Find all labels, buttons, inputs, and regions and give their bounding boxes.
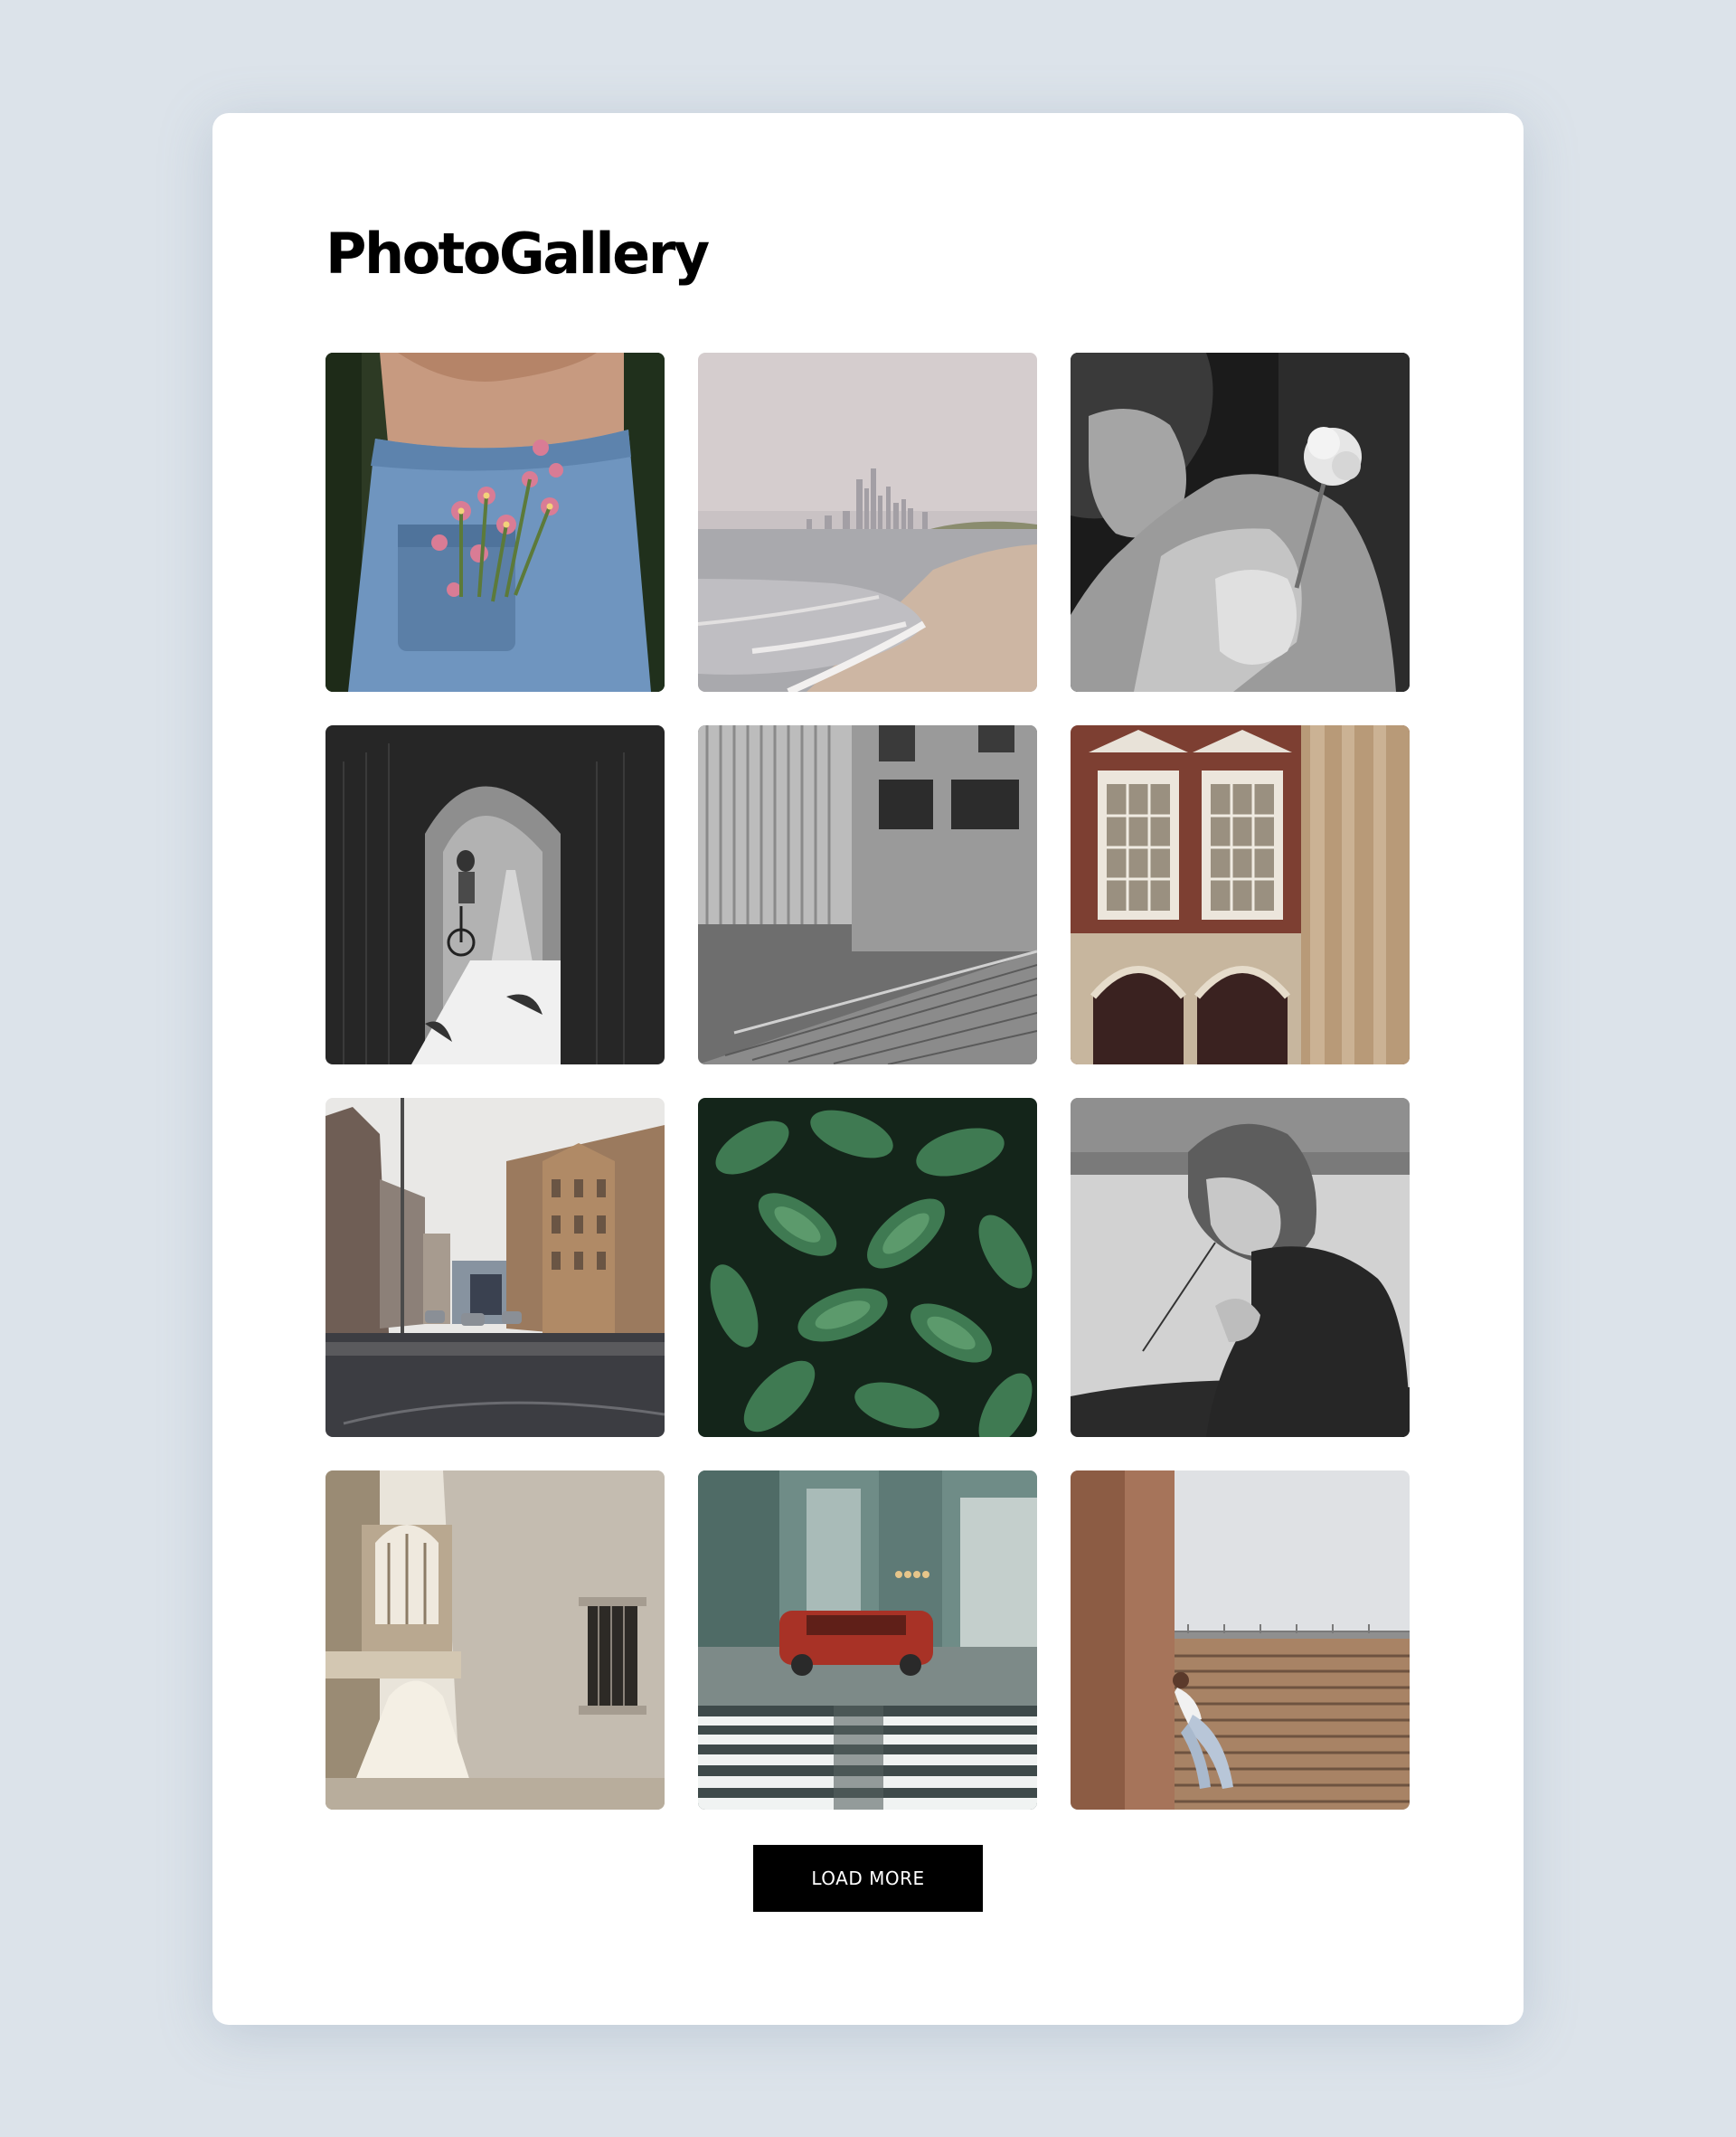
photo-woman-steps (1071, 1470, 1410, 1810)
photo-cyclist-archway (326, 725, 665, 1064)
photo-city-street (326, 1098, 665, 1437)
gallery-photo[interactable] (1071, 353, 1410, 692)
photo-flowers-jeans (326, 353, 665, 692)
gallery-card: PhotoGallery Search LOAD MORE (212, 113, 1524, 2025)
gallery-photo[interactable] (1071, 1098, 1410, 1437)
gallery-photo[interactable] (698, 353, 1037, 692)
gallery-photo[interactable] (326, 725, 665, 1064)
gallery-photo[interactable] (326, 1470, 665, 1810)
site-logo[interactable]: PhotoGallery (326, 226, 710, 282)
photo-green-leaves (698, 1098, 1037, 1437)
gallery-photo[interactable] (326, 1098, 665, 1437)
gallery-photo[interactable] (326, 353, 665, 692)
photo-beach-skyline (698, 353, 1037, 692)
photo-grid (326, 353, 1410, 1810)
gallery-photo[interactable] (698, 725, 1037, 1064)
photo-woman-water (1071, 1098, 1410, 1437)
photo-red-car-crosswalk (698, 1470, 1037, 1810)
gallery-photo[interactable] (698, 1470, 1037, 1810)
photo-stone-alley (326, 1470, 665, 1810)
load-more-button[interactable]: LOAD MORE (753, 1845, 983, 1912)
photo-man-flower (1071, 353, 1410, 692)
photo-brick-windows (1071, 725, 1410, 1064)
gallery-photo[interactable] (1071, 725, 1410, 1064)
gallery-photo[interactable] (698, 1098, 1037, 1437)
photo-building-stairs (698, 725, 1037, 1064)
gallery-photo[interactable] (1071, 1470, 1410, 1810)
